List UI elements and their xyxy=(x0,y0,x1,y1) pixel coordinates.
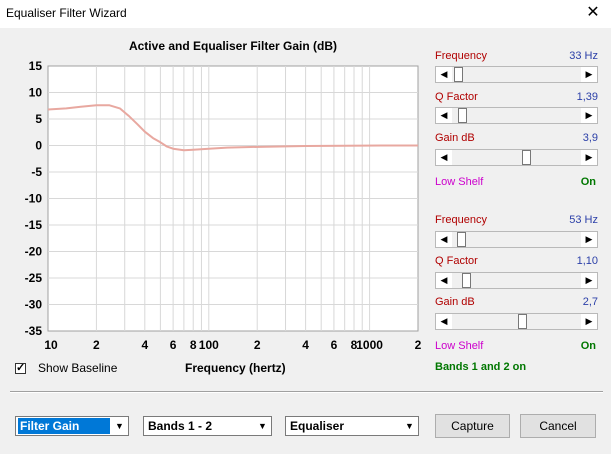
bands-status: Bands 1 and 2 on xyxy=(435,361,527,373)
wizard-client-area: Active and Equaliser Filter Gain (dB) 15… xyxy=(0,28,611,454)
scroll-left-icon[interactable]: ◀ xyxy=(437,150,451,165)
chevron-down-icon[interactable]: ▼ xyxy=(112,418,127,434)
filter-type-value: Filter Gain xyxy=(18,418,110,434)
show-baseline-checkbox[interactable]: ✓ xyxy=(15,363,26,374)
title-bar: Equaliser Filter Wizard ✕ xyxy=(0,0,611,28)
scroll-right-icon[interactable]: ▶ xyxy=(582,108,596,123)
y-tick-label: 0 xyxy=(35,139,42,153)
x-tick-label: 2 xyxy=(415,338,422,352)
y-tick-label: -35 xyxy=(25,324,43,338)
band1-q-factor-slider[interactable]: ◀ ▶ xyxy=(435,107,598,124)
x-tick-labels: 10 2 4 6 8 100 2 4 6 81000 2 xyxy=(44,338,421,352)
separator xyxy=(10,391,603,393)
scroll-right-icon[interactable]: ▶ xyxy=(582,273,596,288)
slider-thumb[interactable] xyxy=(458,108,467,123)
band1-low-shelf-value: On xyxy=(580,176,596,188)
band2-gain-label: Gain dB xyxy=(435,296,475,308)
cancel-button[interactable]: Cancel xyxy=(520,414,596,438)
filter-type-select[interactable]: Filter Gain ▼ xyxy=(15,416,129,436)
band1-low-shelf-label[interactable]: Low Shelf xyxy=(435,176,483,188)
band1-gain-label: Gain dB xyxy=(435,132,475,144)
band1-frequency-slider[interactable]: ◀ ▶ xyxy=(435,66,598,83)
scroll-right-icon[interactable]: ▶ xyxy=(582,232,596,247)
band1-q-factor-value: 1,39 xyxy=(576,91,598,103)
chevron-down-icon[interactable]: ▼ xyxy=(255,418,270,434)
scroll-left-icon[interactable]: ◀ xyxy=(437,273,451,288)
band2-q-factor-label: Q Factor xyxy=(435,255,478,267)
x-tick-label: 4 xyxy=(141,338,148,352)
gain-chart: Active and Equaliser Filter Gain (dB) 15… xyxy=(25,39,422,352)
y-tick-label: -5 xyxy=(31,165,42,179)
scroll-left-icon[interactable]: ◀ xyxy=(437,67,451,82)
x-tick-label: 6 xyxy=(170,338,177,352)
band2-frequency-value: 53 Hz xyxy=(569,214,598,226)
mode-select-value: Equaliser xyxy=(290,419,345,433)
slider-track[interactable] xyxy=(452,150,581,165)
x-axis-label: Frequency (hertz) xyxy=(185,361,286,375)
band2-q-factor-slider[interactable]: ◀ ▶ xyxy=(435,272,598,289)
band2-gain-slider[interactable]: ◀ ▶ xyxy=(435,313,598,330)
chart-title: Active and Equaliser Filter Gain (dB) xyxy=(129,39,337,53)
y-tick-label: -30 xyxy=(25,298,43,312)
slider-thumb[interactable] xyxy=(454,67,463,82)
x-tick-label: 10 xyxy=(44,338,58,352)
scroll-right-icon[interactable]: ▶ xyxy=(582,67,596,82)
x-tick-label: 100 xyxy=(199,338,219,352)
mode-select[interactable]: Equaliser ▼ xyxy=(285,416,419,436)
slider-track[interactable] xyxy=(452,232,581,247)
band1-frequency-value: 33 Hz xyxy=(569,50,598,62)
y-tick-label: 10 xyxy=(29,86,43,100)
slider-track[interactable] xyxy=(452,67,581,82)
bands-select-value: Bands 1 - 2 xyxy=(148,419,213,433)
slider-thumb[interactable] xyxy=(462,273,471,288)
chevron-down-icon[interactable]: ▼ xyxy=(402,418,417,434)
y-tick-label: 15 xyxy=(29,59,43,73)
band2-frequency-slider[interactable]: ◀ ▶ xyxy=(435,231,598,248)
x-tick-label: 8 xyxy=(190,338,197,352)
y-tick-labels: 15 10 5 0 -5 -10 -15 -20 -25 -30 -35 xyxy=(25,59,43,338)
band1-q-factor-label: Q Factor xyxy=(435,91,478,103)
band1-gain-value: 3,9 xyxy=(582,132,598,144)
band2-gain-value: 2,7 xyxy=(582,296,598,308)
scroll-left-icon[interactable]: ◀ xyxy=(437,314,451,329)
x-tick-label: 2 xyxy=(93,338,100,352)
band2-low-shelf-value: On xyxy=(580,340,596,352)
slider-thumb[interactable] xyxy=(457,232,466,247)
y-tick-label: 5 xyxy=(35,112,42,126)
window-title: Equaliser Filter Wizard xyxy=(6,6,127,20)
band2-frequency-label: Frequency xyxy=(435,214,487,226)
x-tick-label: 4 xyxy=(302,338,309,352)
show-baseline-label[interactable]: Show Baseline xyxy=(38,361,117,375)
capture-button[interactable]: Capture xyxy=(435,414,510,438)
slider-track[interactable] xyxy=(452,108,581,123)
slider-thumb[interactable] xyxy=(522,150,531,165)
x-tick-label: 2 xyxy=(254,338,261,352)
scroll-left-icon[interactable]: ◀ xyxy=(437,232,451,247)
y-tick-label: -20 xyxy=(25,245,43,259)
band1-frequency-label: Frequency xyxy=(435,50,487,62)
band2-q-factor-value: 1,10 xyxy=(576,255,598,267)
slider-track[interactable] xyxy=(452,314,581,329)
scroll-left-icon[interactable]: ◀ xyxy=(437,108,451,123)
band2-low-shelf-label[interactable]: Low Shelf xyxy=(435,340,483,352)
slider-track[interactable] xyxy=(452,273,581,288)
close-icon[interactable]: ✕ xyxy=(583,3,603,23)
y-tick-label: -25 xyxy=(25,271,43,285)
checkmark-icon: ✓ xyxy=(16,362,26,374)
y-tick-label: -15 xyxy=(25,218,43,232)
band1-gain-slider[interactable]: ◀ ▶ xyxy=(435,149,598,166)
x-tick-label: 6 xyxy=(331,338,338,352)
scroll-right-icon[interactable]: ▶ xyxy=(582,150,596,165)
scroll-right-icon[interactable]: ▶ xyxy=(582,314,596,329)
y-tick-label: -10 xyxy=(25,192,43,206)
slider-thumb[interactable] xyxy=(518,314,527,329)
bands-select[interactable]: Bands 1 - 2 ▼ xyxy=(143,416,272,436)
x-tick-label: 1000 xyxy=(356,338,383,352)
